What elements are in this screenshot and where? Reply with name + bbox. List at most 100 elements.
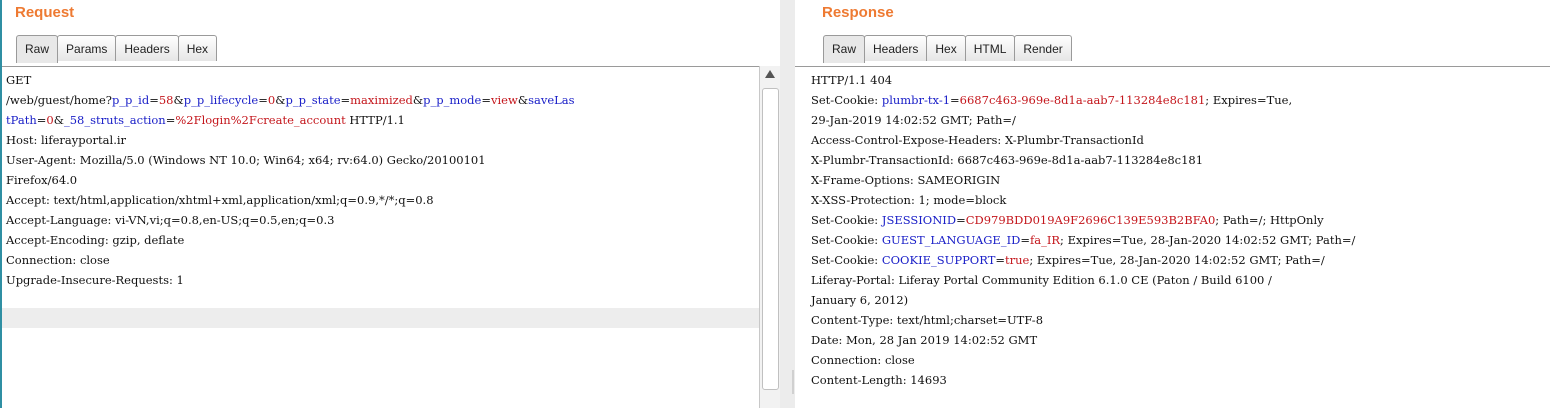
request-scrollbar[interactable] (759, 66, 780, 408)
text-line: Access-Control-Expose-Headers: X-Plumbr-… (811, 130, 1546, 150)
text-segment: = (149, 93, 159, 107)
text-segment: = (1020, 233, 1030, 247)
scroll-up-icon[interactable] (765, 70, 775, 78)
text-segment: & (275, 93, 286, 107)
text-segment: /web/guest/home? (6, 93, 112, 107)
tab-raw[interactable]: Raw (823, 35, 866, 63)
text-line: Accept-Encoding: gzip, deflate (6, 230, 755, 250)
text-segment: Liferay-Portal: Liferay Portal Community… (811, 273, 1272, 287)
param-value: maximized (350, 93, 413, 107)
text-segment: User-Agent: Mozilla/5.0 (Windows NT 10.0… (6, 153, 486, 167)
scroll-thumb[interactable] (762, 88, 779, 390)
param-name: p_p_state (285, 93, 341, 107)
text-line: Firefox/64.0 (6, 170, 755, 190)
text-segment: = (340, 93, 351, 107)
text-line: User-Agent: Mozilla/5.0 (Windows NT 10.0… (6, 150, 755, 170)
text-segment: & (517, 93, 529, 107)
text-segment: & (412, 93, 424, 107)
text-segment: Host: liferayportal.ir (6, 133, 127, 147)
response-editor[interactable]: HTTP/1.1 404 Set-Cookie: plumbr-tx-1=6687… (795, 66, 1550, 408)
text-segment: ; Expires=Tue, 28-Jan-2020 14:02:52 GMT;… (1029, 253, 1325, 267)
text-segment: = (950, 93, 960, 107)
text-line: Content-Length: 14693 (811, 370, 1546, 390)
text-segment: HTTP/1.1 404 (811, 73, 893, 87)
text-segment: Accept-Language: vi-VN,vi;q=0.8,en-US;q=… (6, 213, 335, 227)
current-line-highlight (2, 308, 759, 328)
text-segment: = (995, 253, 1006, 267)
text-segment: Date: Mon, 28 Jan 2019 14:02:52 GMT (811, 333, 1038, 347)
param-name: p_p_mode (423, 93, 482, 107)
text-line: Content-Type: text/html;charset=UTF-8 (811, 310, 1546, 330)
text-segment: Content-Length: 14693 (811, 373, 947, 387)
param-value: 6687c463-969e-8d1a-aab7-113284e8c181 (959, 93, 1206, 107)
request-tabs: Raw Params Headers Hex (16, 35, 218, 63)
text-segment: Accept: text/html,application/xhtml+xml,… (6, 193, 434, 207)
param-name: saveLas (528, 93, 575, 107)
response-tabs: Raw Headers Hex HTML Render (823, 35, 1072, 63)
text-line: Set-Cookie: COOKIE_SUPPORT=true; Expires… (811, 250, 1546, 270)
text-segment: ; Expires=Tue, 28-Jan-2020 14:02:52 GMT;… (1060, 233, 1356, 247)
text-segment: Firefox/64.0 (6, 173, 78, 187)
text-segment: HTTP/1.1 (345, 113, 405, 127)
param-value: 58 (158, 93, 174, 107)
text-segment: & (53, 113, 64, 127)
request-title: Request (15, 4, 75, 21)
tab-headers[interactable]: Headers (864, 35, 928, 61)
tab-raw[interactable]: Raw (16, 35, 59, 63)
request-panel: Request Raw Params Headers Hex GET/web/gues… (0, 0, 780, 408)
param-value: true (1005, 253, 1030, 267)
request-editor[interactable]: GET/web/guest/home?p_p_id=58&p_p_lifecyc… (2, 66, 760, 408)
text-segment: = (165, 113, 176, 127)
panel-splitter[interactable] (780, 0, 795, 408)
text-segment: Set-Cookie: (811, 213, 882, 227)
tab-html[interactable]: HTML (964, 35, 1016, 61)
tab-hex[interactable]: Hex (177, 35, 218, 61)
param-name: _58_struts_action (63, 113, 166, 127)
text-segment: GET (6, 73, 32, 87)
response-panel: Response Raw Headers Hex HTML Render HTTP/1.… (795, 0, 1550, 408)
text-line: X-XSS-Protection: 1; mode=block (811, 190, 1546, 210)
param-value: fa_IR (1029, 233, 1061, 247)
text-segment: Access-Control-Expose-Headers: X-Plumbr-… (811, 133, 1144, 147)
text-segment: Content-Type: text/html;charset=UTF-8 (811, 313, 1044, 327)
param-value: 0 (46, 113, 54, 127)
text-segment: = (36, 113, 47, 127)
text-line: HTTP/1.1 404 (811, 70, 1546, 90)
text-segment: X-XSS-Protection: 1; mode=block (811, 193, 1007, 207)
param-name: GUEST_LANGUAGE_ID (881, 233, 1021, 247)
text-line: Accept-Language: vi-VN,vi;q=0.8,en-US;q=… (6, 210, 755, 230)
text-line: X-Plumbr-TransactionId: 6687c463-969e-8d… (811, 150, 1546, 170)
text-line: Accept: text/html,application/xhtml+xml,… (6, 190, 755, 210)
text-segment: Set-Cookie: (811, 93, 882, 107)
response-text[interactable]: HTTP/1.1 404 Set-Cookie: plumbr-tx-1=6687… (811, 70, 1546, 390)
text-segment: January 6, 2012) (811, 293, 909, 307)
text-segment: = (481, 93, 491, 107)
text-segment: Set-Cookie: (811, 253, 882, 267)
text-segment: X-Frame-Options: SAMEORIGIN (811, 173, 1001, 187)
text-segment: ; Path=/; HttpOnly (1215, 213, 1324, 227)
text-line: Date: Mon, 28 Jan 2019 14:02:52 GMT (811, 330, 1546, 350)
param-name: JSESSIONID (881, 213, 957, 227)
tab-hex[interactable]: Hex (926, 35, 966, 61)
text-line: tPath=0&_58_struts_action=%2Flogin%2Fcre… (6, 110, 755, 130)
param-name: tPath (6, 113, 37, 127)
param-value: %2Flogin%2Fcreate_account (175, 113, 346, 127)
text-line: GET (6, 70, 755, 90)
request-text[interactable]: GET/web/guest/home?p_p_id=58&p_p_lifecyc… (6, 70, 755, 290)
text-line: 29-Jan-2019 14:02:52 GMT; Path=/ (811, 110, 1546, 130)
response-title: Response (822, 4, 894, 21)
text-line: /web/guest/home?p_p_id=58&p_p_lifecycle=… (6, 90, 755, 110)
tab-headers[interactable]: Headers (115, 35, 179, 61)
text-segment: Connection: close (6, 253, 110, 267)
splitter-grip[interactable] (792, 370, 794, 394)
text-segment: Upgrade-Insecure-Requests: 1 (6, 273, 184, 287)
text-segment: & (173, 93, 184, 107)
param-name: COOKIE_SUPPORT (881, 253, 996, 267)
text-segment: = (258, 93, 268, 107)
tab-params[interactable]: Params (57, 35, 117, 61)
tab-render[interactable]: Render (1014, 35, 1072, 61)
text-line: X-Frame-Options: SAMEORIGIN (811, 170, 1546, 190)
text-line: Host: liferayportal.ir (6, 130, 755, 150)
text-segment: Connection: close (811, 353, 915, 367)
text-line: Connection: close (6, 250, 755, 270)
